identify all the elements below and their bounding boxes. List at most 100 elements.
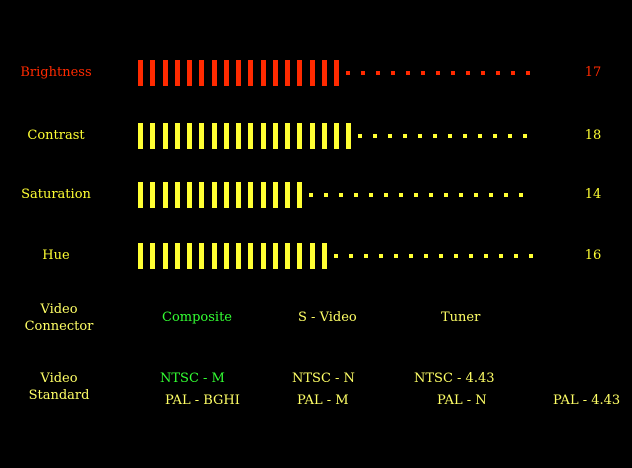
saturation-segment-empty — [519, 193, 523, 197]
video-standard-label: Video Standard — [14, 370, 104, 404]
standard-option-ntsc-n[interactable]: NTSC - N — [292, 371, 355, 386]
brightness-segment-filled — [212, 60, 217, 86]
contrast-segment-filled — [310, 123, 315, 149]
saturation-segment-empty — [339, 193, 343, 197]
hue-segment-filled — [248, 243, 253, 269]
saturation-segment-filled — [187, 182, 192, 208]
contrast-segment-empty — [403, 134, 407, 138]
contrast-segment-filled — [175, 123, 180, 149]
contrast-slider[interactable] — [138, 123, 538, 149]
osd-video-settings: Brightness 17 Contrast 18 Saturation 14 … — [0, 0, 632, 468]
standard-option-ntsc-m[interactable]: NTSC - M — [160, 371, 225, 386]
hue-segment-filled — [138, 243, 143, 269]
contrast-segment-filled — [163, 123, 168, 149]
brightness-value: 17 — [584, 65, 602, 80]
brightness-segment-empty — [451, 71, 455, 75]
saturation-segment-empty — [369, 193, 373, 197]
brightness-segment-filled — [199, 60, 204, 86]
saturation-segment-empty — [444, 193, 448, 197]
brightness-segment-filled — [138, 60, 143, 86]
brightness-segment-filled — [236, 60, 241, 86]
brightness-label: Brightness — [20, 65, 92, 80]
hue-segment-empty — [514, 254, 518, 258]
saturation-segment-empty — [399, 193, 403, 197]
video-connector-label: Video Connector — [14, 301, 104, 335]
brightness-segment-filled — [273, 60, 278, 86]
hue-segment-empty — [529, 254, 533, 258]
slider-row-hue: Hue 16 — [0, 243, 632, 269]
standard-option-pal-4-43[interactable]: PAL - 4.43 — [553, 393, 620, 408]
connector-option-s-video[interactable]: S - Video — [298, 310, 357, 325]
hue-segment-empty — [499, 254, 503, 258]
brightness-segment-filled — [261, 60, 266, 86]
saturation-segment-filled — [248, 182, 253, 208]
contrast-segment-empty — [358, 134, 362, 138]
hue-segment-filled — [212, 243, 217, 269]
brightness-segment-empty — [436, 71, 440, 75]
contrast-segment-filled — [224, 123, 229, 149]
hue-segment-filled — [297, 243, 302, 269]
hue-segment-empty — [394, 254, 398, 258]
hue-segment-filled — [310, 243, 315, 269]
brightness-segment-empty — [481, 71, 485, 75]
hue-label: Hue — [42, 248, 70, 263]
contrast-segment-filled — [261, 123, 266, 149]
saturation-segment-empty — [474, 193, 478, 197]
brightness-segment-empty — [526, 71, 530, 75]
video-standard-row: Video Standard NTSC - M NTSC - N NTSC - … — [0, 368, 632, 420]
contrast-segment-filled — [346, 123, 351, 149]
connector-option-composite[interactable]: Composite — [162, 310, 232, 325]
saturation-segment-filled — [150, 182, 155, 208]
hue-segment-filled — [163, 243, 168, 269]
saturation-segment-filled — [175, 182, 180, 208]
hue-segment-empty — [409, 254, 413, 258]
standard-option-pal-n[interactable]: PAL - N — [437, 393, 487, 408]
standard-option-pal-bghi[interactable]: PAL - BGHI — [165, 393, 240, 408]
video-standard-label-line1: Video — [40, 371, 78, 386]
saturation-segment-filled — [236, 182, 241, 208]
contrast-segment-filled — [150, 123, 155, 149]
brightness-segment-filled — [334, 60, 339, 86]
hue-segment-empty — [424, 254, 428, 258]
contrast-segment-empty — [448, 134, 452, 138]
brightness-segment-empty — [466, 71, 470, 75]
contrast-segment-empty — [493, 134, 497, 138]
brightness-segment-filled — [310, 60, 315, 86]
saturation-slider[interactable] — [138, 182, 538, 208]
saturation-segment-filled — [285, 182, 290, 208]
saturation-segment-filled — [297, 182, 302, 208]
saturation-segment-empty — [429, 193, 433, 197]
saturation-segment-empty — [504, 193, 508, 197]
brightness-segment-filled — [175, 60, 180, 86]
video-connector-label-line2: Connector — [24, 319, 94, 334]
brightness-segment-filled — [163, 60, 168, 86]
contrast-segment-filled — [248, 123, 253, 149]
brightness-slider[interactable] — [138, 60, 538, 86]
brightness-segment-filled — [322, 60, 327, 86]
saturation-label: Saturation — [21, 187, 91, 202]
brightness-segment-empty — [391, 71, 395, 75]
hue-segment-empty — [439, 254, 443, 258]
hue-segment-empty — [484, 254, 488, 258]
contrast-segment-empty — [373, 134, 377, 138]
standard-option-ntsc-4-43[interactable]: NTSC - 4.43 — [414, 371, 495, 386]
hue-segment-filled — [224, 243, 229, 269]
brightness-segment-empty — [511, 71, 515, 75]
saturation-segment-filled — [138, 182, 143, 208]
brightness-segment-filled — [285, 60, 290, 86]
slider-row-saturation: Saturation 14 — [0, 182, 632, 208]
contrast-segment-filled — [212, 123, 217, 149]
contrast-segment-filled — [297, 123, 302, 149]
hue-slider[interactable] — [138, 243, 538, 269]
connector-option-tuner[interactable]: Tuner — [441, 310, 480, 325]
standard-option-pal-m[interactable]: PAL - M — [297, 393, 349, 408]
hue-segment-empty — [349, 254, 353, 258]
hue-segment-filled — [261, 243, 266, 269]
saturation-segment-filled — [224, 182, 229, 208]
saturation-segment-empty — [309, 193, 313, 197]
saturation-segment-filled — [163, 182, 168, 208]
saturation-segment-filled — [261, 182, 266, 208]
brightness-segment-filled — [224, 60, 229, 86]
brightness-segment-empty — [496, 71, 500, 75]
saturation-segment-empty — [384, 193, 388, 197]
